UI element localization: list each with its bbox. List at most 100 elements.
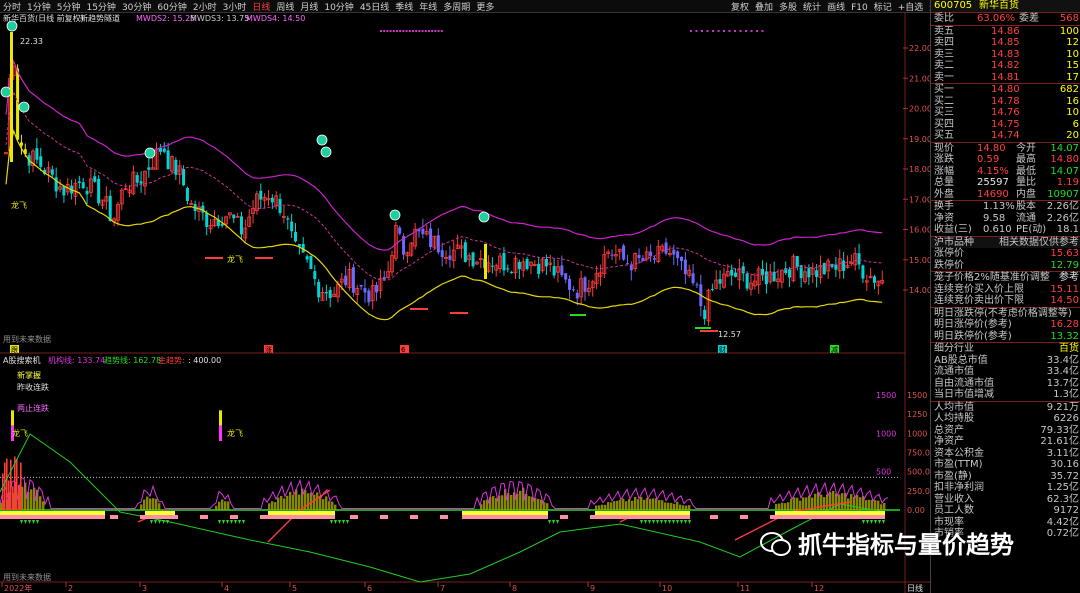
ask-price: 14.83 [991, 48, 1020, 60]
kline-chart[interactable]: 22.0021.0020.0019.0018.0017.0016.0015.00… [0, 12, 930, 593]
main-footer-note: 用到未来数据 [3, 334, 51, 344]
candle-body [363, 288, 367, 293]
signal-badge-icon [144, 147, 156, 159]
sub-line1-label: 机构线: 133.74 [48, 355, 105, 365]
period-tab[interactable]: 10分钟 [321, 0, 356, 13]
volume-spike [4, 462, 6, 510]
ask-row: 卖五 14.86 100 [931, 26, 1080, 38]
stat-value: 14.80 [977, 142, 1006, 154]
candle-body [85, 190, 89, 195]
candle-body [622, 245, 626, 260]
x-axis-right-label: 日线 [907, 583, 923, 593]
candle-body [815, 270, 819, 277]
period-tab[interactable]: 45日线 [357, 0, 392, 13]
period-tab[interactable]: 60分钟 [154, 0, 189, 13]
signal-dash [500, 515, 508, 519]
stat-row: 现价 14.80 今开 14.07 [931, 143, 1080, 155]
volume-bar [528, 496, 531, 510]
period-tab[interactable]: 日线 [249, 0, 273, 13]
period-tab[interactable]: 多周期 [440, 0, 473, 13]
y-axis-label: 19.00 [909, 135, 930, 144]
auction-row: 连续竞价卖出价下限 14.50 [931, 295, 1080, 307]
green-triangle-icon [162, 520, 165, 524]
candle-body [745, 273, 749, 289]
fund-value: 33.4亿 [1046, 354, 1079, 366]
top-dot [728, 30, 731, 32]
volume-bar [331, 501, 334, 510]
ask-price: 14.85 [991, 37, 1020, 48]
green-triangle-icon [664, 520, 667, 524]
sub-longfei-label: 龙飞 [12, 428, 28, 438]
period-tab[interactable]: 周线 [273, 0, 297, 13]
volume-bar [221, 499, 224, 510]
top-dot [437, 30, 440, 32]
ask-volume: 100 [1059, 25, 1079, 37]
signal-dash [740, 515, 748, 519]
candle-body [259, 190, 263, 200]
stat-label: 最低 [1016, 165, 1036, 177]
period-tab[interactable]: 季线 [392, 0, 416, 13]
period-tab[interactable]: 3小时 [220, 0, 250, 13]
volume-bar [793, 497, 796, 510]
top-dot [412, 30, 414, 32]
event-marker-label: 6 [401, 346, 406, 354]
high-price-label: 22.33 [20, 37, 43, 46]
yellow-spike [10, 32, 13, 162]
sub-y-axis-label-left: 500 [876, 468, 891, 477]
period-tab[interactable]: 更多 [473, 0, 497, 13]
sub-y-axis-label: 1250 [907, 410, 927, 419]
fund-label: 流通市值 [934, 366, 974, 377]
stat-value: 14.07 [1050, 142, 1079, 154]
period-tab[interactable]: 分时 [0, 0, 24, 13]
period-tab[interactable]: 年线 [416, 0, 440, 13]
stat-label: 流通 [1016, 212, 1036, 224]
top-dot [717, 30, 720, 32]
period-tab[interactable]: 30分钟 [119, 0, 154, 13]
volume-bar [625, 501, 628, 510]
x-axis-label: 9 [590, 584, 595, 593]
yellow-spike [219, 410, 222, 426]
period-tab[interactable]: 15分钟 [83, 0, 118, 13]
fund-label: 总资产 [934, 424, 964, 436]
green-triangle-icon [870, 520, 873, 524]
right-toolbar: 复权叠加多股统计画线F10标记+自选返回 [728, 0, 950, 13]
fund-value: 3.11亿 [1046, 447, 1079, 459]
candle-body [842, 260, 846, 271]
volume-bar [610, 502, 613, 510]
ask-row: 卖四 14.85 12 [931, 37, 1080, 49]
green-triangle-icon [218, 520, 221, 524]
candle-body [710, 289, 714, 291]
candle-body [788, 269, 792, 278]
bid-label: 买四 [934, 118, 954, 130]
auction-label: 连续竞价买入价上限 [934, 283, 1024, 295]
hgt-right: 相关数据仅供参考 [999, 236, 1079, 248]
candle-body [552, 266, 556, 276]
yellow-spike [11, 410, 14, 426]
bid-label: 买五 [934, 130, 954, 141]
industry-row: 细分行业 百货 [931, 342, 1080, 355]
volume-spike [6, 458, 8, 510]
volume-bar [595, 505, 598, 510]
chart-area[interactable]: 22.00 21.00 20.00 19.00 18.00 17.00 16.00 15.00… [0, 12, 930, 593]
period-tab[interactable]: 1分钟 [24, 0, 54, 13]
top-dot [434, 30, 437, 32]
tomorrow-row: 明日跌停价(参考) 13.32 [931, 331, 1080, 343]
top-dot [428, 30, 430, 32]
green-triangle-icon [28, 520, 31, 524]
candle-body [147, 167, 151, 170]
limit-up-label: 涨停价 [934, 248, 964, 259]
x-axis-label: 6 [367, 584, 372, 593]
green-triangle-icon [556, 520, 559, 524]
signal-dash [650, 515, 658, 519]
fund-row: 市盈(静) 35.72 [931, 471, 1080, 483]
candle-body [81, 182, 85, 189]
volume-bar [274, 502, 277, 510]
top-dot [690, 30, 692, 32]
period-tab[interactable]: 月线 [297, 0, 321, 13]
period-tab[interactable]: 5分钟 [54, 0, 84, 13]
event-marker-label: 财 [719, 345, 726, 354]
period-tab[interactable]: 2小时 [190, 0, 220, 13]
fund-row: 扣非净利润 1.25亿 [931, 482, 1080, 494]
volume-bar [634, 496, 637, 510]
fund-row: 自由流通市值 13.7亿 [931, 378, 1080, 390]
